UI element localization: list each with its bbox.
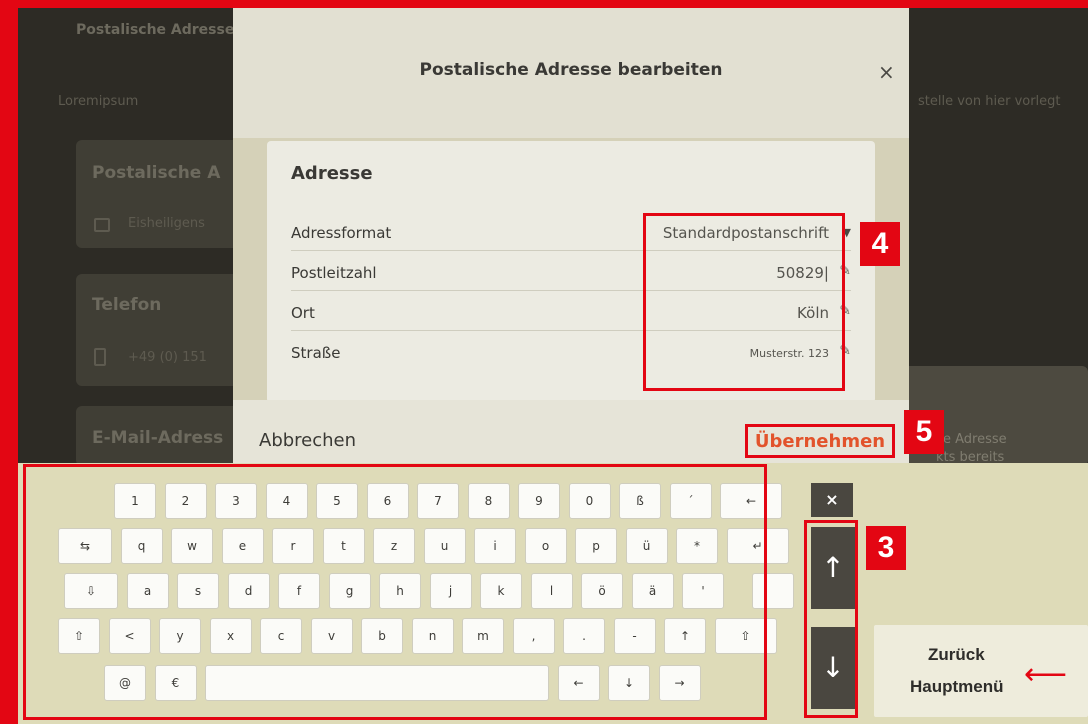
bg-right-subtitle: stelle von hier vorlegt	[918, 94, 1061, 109]
modal-header: Postalische Adresse bearbeiten ×	[233, 8, 909, 138]
callout-keyboard-frame	[23, 464, 767, 720]
back-button-line1: Zurück	[928, 645, 985, 664]
callout-badge-5: 5	[904, 410, 944, 454]
city-label: Ort	[291, 304, 315, 322]
back-button-line2: Hauptmenü	[910, 677, 1004, 696]
street-label: Straße	[291, 344, 341, 362]
postal-code-label: Postleitzahl	[291, 264, 377, 282]
callout-scroll-frame	[804, 520, 858, 718]
apply-button[interactable]: Übernehmen	[745, 424, 895, 458]
back-to-main-menu-button[interactable]: Zurück Hauptmenü ⟵	[874, 625, 1088, 717]
callout-badge-3: 3	[866, 526, 906, 570]
modal-title: Postalische Adresse bearbeiten	[419, 60, 723, 80]
phone-icon	[94, 348, 106, 366]
bg-phone-title: Telefon	[92, 295, 162, 315]
card-title: Adresse	[291, 163, 373, 184]
keyboard-close-button[interactable]: ×	[811, 483, 853, 517]
home-icon	[94, 218, 110, 232]
bg-postal-line: Eisheiligens	[128, 216, 205, 231]
bg-page-subtitle: Loremipsum	[58, 94, 139, 109]
bg-email-title: E-Mail-Adress	[92, 428, 224, 448]
callout-fields-frame	[643, 213, 845, 391]
bg-right-line1: e Adresse	[943, 432, 1007, 447]
arrow-left-icon: ⟵	[1024, 657, 1068, 692]
cancel-button[interactable]: Abbrechen	[259, 430, 356, 451]
bg-postal-title: Postalische A	[92, 163, 221, 183]
address-format-label: Adressformat	[291, 224, 392, 242]
close-icon[interactable]: ×	[878, 60, 895, 84]
bg-phone-line: +49 (0) 151	[128, 350, 207, 365]
callout-badge-4: 4	[860, 222, 900, 266]
bg-page-title: Postalische Adressen	[76, 22, 245, 38]
